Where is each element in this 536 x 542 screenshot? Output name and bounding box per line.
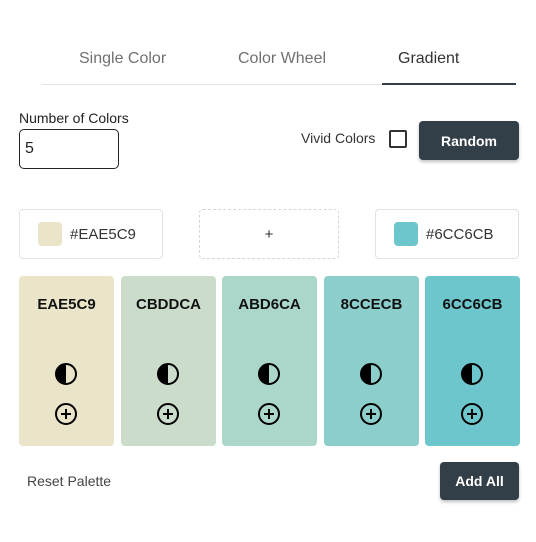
add-circle-icon[interactable] [257, 402, 281, 426]
palette-card: EAE5C9 [19, 276, 114, 446]
contrast-icon[interactable] [54, 362, 78, 386]
random-button[interactable]: Random [419, 121, 519, 160]
color-code: ABD6CA [238, 296, 301, 313]
add-circle-icon[interactable] [54, 402, 78, 426]
tab-single-color[interactable]: Single Color [79, 50, 166, 68]
tab-color-wheel[interactable]: Color Wheel [238, 50, 326, 68]
vivid-colors-checkbox[interactable] [389, 130, 407, 148]
end-color-swatch[interactable] [394, 222, 418, 246]
start-color-swatch[interactable] [38, 222, 62, 246]
contrast-icon[interactable] [460, 362, 484, 386]
add-all-button[interactable]: Add All [440, 462, 519, 500]
end-color-hex: #6CC6CB [426, 225, 494, 243]
color-code: 6CC6CB [442, 296, 503, 313]
vivid-colors-label: Vivid Colors [301, 130, 376, 146]
palette-card: ABD6CA [222, 276, 317, 446]
add-circle-icon[interactable] [460, 402, 484, 426]
tab-gradient[interactable]: Gradient [398, 50, 459, 68]
color-code: 8CCECB [340, 296, 403, 313]
contrast-icon[interactable] [359, 362, 383, 386]
contrast-icon[interactable] [257, 362, 281, 386]
gradient-start-color[interactable]: #EAE5C9 [19, 209, 163, 259]
gradient-end-color[interactable]: #6CC6CB [375, 209, 519, 259]
palette-card: 6CC6CB [425, 276, 520, 446]
number-of-colors-label: Number of Colors [19, 110, 129, 126]
tab-bar: Single Color Color Wheel Gradient [42, 40, 516, 85]
add-circle-icon[interactable] [359, 402, 383, 426]
active-tab-indicator [382, 83, 516, 85]
contrast-icon[interactable] [156, 362, 180, 386]
color-code: CBDDCA [136, 296, 201, 313]
reset-palette-link[interactable]: Reset Palette [27, 473, 111, 489]
color-code: EAE5C9 [37, 296, 96, 313]
start-color-hex: #EAE5C9 [70, 225, 136, 243]
add-circle-icon[interactable] [156, 402, 180, 426]
number-of-colors-input[interactable] [19, 129, 119, 169]
add-color-stop-button[interactable]: + [199, 209, 339, 259]
palette-card: CBDDCA [121, 276, 216, 446]
palette-card: 8CCECB [324, 276, 419, 446]
